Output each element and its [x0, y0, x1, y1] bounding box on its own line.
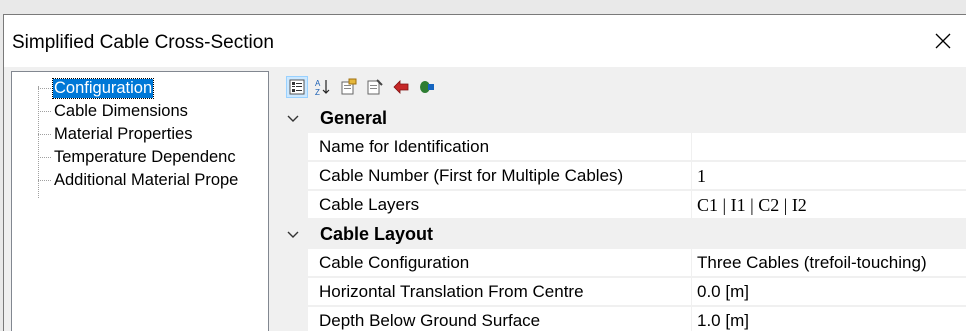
- property-row[interactable]: Name for Identification: [276, 133, 966, 162]
- tree-item-temperature-dependence[interactable]: Temperature Dependenc: [38, 146, 237, 168]
- categorized-view-icon: [289, 79, 305, 95]
- svg-text:A: A: [315, 79, 321, 88]
- property-value[interactable]: 1.0 [m]: [692, 307, 966, 331]
- property-value[interactable]: Three Cables (trefoil-touching): [692, 249, 966, 277]
- red-arrow-icon: [393, 80, 409, 94]
- property-name: Horizontal Translation From Centre: [308, 278, 692, 306]
- property-name: Name for Identification: [308, 133, 692, 161]
- tree-item-label: Additional Material Prope: [54, 170, 239, 189]
- close-button[interactable]: [920, 15, 966, 67]
- close-icon: [935, 33, 951, 49]
- collapse-button[interactable]: [285, 104, 301, 133]
- property-row[interactable]: Depth Below Ground Surface 1.0 [m]: [276, 307, 966, 331]
- red-action-button[interactable]: [390, 76, 412, 98]
- property-name: Cable Configuration: [308, 249, 692, 277]
- property-row[interactable]: Cable Layers C1 | I1 | C2 | I2: [276, 191, 966, 220]
- chevron-down-icon: [287, 231, 299, 238]
- tree-item-configuration[interactable]: Configuration: [38, 77, 155, 99]
- window-title: Simplified Cable Cross-Section: [12, 32, 274, 53]
- category-label: Cable Layout: [320, 224, 434, 244]
- category-label: General: [320, 108, 388, 128]
- property-name: Depth Below Ground Surface: [308, 307, 692, 331]
- tree-item-label: Material Properties: [54, 124, 193, 143]
- tree-item-cable-dimensions[interactable]: Cable Dimensions: [38, 100, 189, 122]
- green-arrow-icon: [420, 81, 434, 93]
- tree-item-additional-material-properties[interactable]: Additional Material Prope: [38, 169, 239, 191]
- property-pages-button[interactable]: [338, 76, 360, 98]
- property-name: Cable Number (First for Multiple Cables): [308, 162, 692, 190]
- tree-item-label: Configuration: [51, 77, 155, 99]
- category-row-cable-layout[interactable]: Cable Layout: [276, 220, 966, 249]
- alphabetical-sort-icon: A Z: [315, 79, 330, 96]
- property-grid: A Z General Name for Identification Cabl…: [276, 71, 966, 331]
- property-row[interactable]: Cable Number (First for Multiple Cables)…: [276, 162, 966, 191]
- property-name: Cable Layers: [308, 191, 692, 219]
- alphabetical-button[interactable]: A Z: [312, 76, 334, 98]
- property-row[interactable]: Horizontal Translation From Centre 0.0 […: [276, 278, 966, 307]
- property-value[interactable]: 1: [692, 162, 966, 190]
- tree-item-label: Temperature Dependenc: [54, 147, 236, 166]
- property-value[interactable]: 0.0 [m]: [692, 278, 966, 306]
- property-pages-icon: [341, 78, 357, 95]
- dialog-content: Configuration Cable Dimensions Material …: [4, 67, 966, 331]
- property-value[interactable]: C1 | I1 | C2 | I2: [692, 191, 966, 219]
- svg-text:Z: Z: [315, 88, 320, 96]
- title-bar[interactable]: Simplified Cable Cross-Section: [4, 15, 966, 67]
- edit-page-icon: [367, 79, 383, 95]
- collapse-button[interactable]: [285, 220, 301, 249]
- tree-item-material-properties[interactable]: Material Properties: [38, 123, 193, 145]
- edit-page-button[interactable]: [364, 76, 386, 98]
- category-tree[interactable]: Configuration Cable Dimensions Material …: [11, 71, 269, 331]
- category-row-general[interactable]: General: [276, 104, 966, 133]
- chevron-down-icon: [287, 115, 299, 122]
- green-action-button[interactable]: [416, 76, 438, 98]
- property-grid-toolbar: A Z: [276, 71, 966, 103]
- tree-item-label: Cable Dimensions: [54, 101, 188, 120]
- property-grid-body: General Name for Identification Cable Nu…: [276, 103, 966, 331]
- categorized-button[interactable]: [286, 76, 308, 98]
- dialog-window: Simplified Cable Cross-Section Configura…: [3, 14, 966, 331]
- property-value[interactable]: [692, 133, 966, 161]
- property-row[interactable]: Cable Configuration Three Cables (trefoi…: [276, 249, 966, 278]
